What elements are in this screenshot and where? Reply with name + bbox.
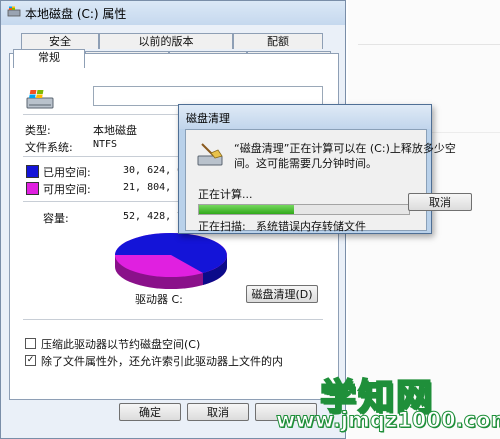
scanning-item: 系统错误内存转储文件: [256, 220, 366, 233]
disk-cleanup-dialog: 磁盘清理 “磁盘清理”正在计算可以在 (C:)上释放多少空 间。这可能需要几分钟…: [178, 104, 456, 234]
disk-cleanup-icon: [197, 143, 223, 166]
cancel-button[interactable]: 取消: [187, 403, 249, 421]
free-space-swatch: [26, 182, 39, 195]
index-label: 除了文件属性外，还允许索引此驱动器上文件的内: [41, 355, 283, 368]
index-checkbox[interactable]: ✓: [25, 355, 36, 366]
dialog-message-line2: 间。这可能需要几分钟时间。: [234, 157, 377, 170]
type-value: 本地磁盘: [93, 124, 137, 137]
compress-checkbox[interactable]: [25, 338, 36, 349]
cleanup-progress-bar: [198, 204, 410, 215]
used-space-label: 已用空间:: [43, 166, 91, 179]
filesystem-value: NTFS: [93, 139, 118, 150]
dialog-body: “磁盘清理”正在计算可以在 (C:)上释放多少空 间。这可能需要几分钟时间。 正…: [185, 129, 456, 233]
dialog-title-bar[interactable]: 磁盘清理: [179, 105, 431, 129]
background-divider: [358, 44, 500, 45]
compress-label: 压缩此驱动器以节约磁盘空间(C): [41, 338, 201, 351]
capacity-label: 容量:: [43, 212, 69, 225]
dialog-title: 磁盘清理: [186, 112, 230, 125]
window-title: 本地磁盘 (C:) 属性: [25, 7, 127, 21]
hard-drive-icon: [26, 90, 54, 109]
tab-previous-versions[interactable]: 以前的版本: [99, 33, 233, 49]
tab-security[interactable]: 安全: [21, 33, 99, 49]
scanning-label: 正在扫描:: [198, 220, 246, 233]
calculating-status: 正在计算...: [198, 188, 253, 201]
watermark-url: www.jmqz1000.com: [275, 408, 500, 433]
drive-name-input[interactable]: [93, 86, 323, 106]
free-space-label: 可用空间:: [43, 183, 91, 196]
tab-quota[interactable]: 配额: [233, 33, 323, 49]
disk-cleanup-button[interactable]: 磁盘清理(D): [246, 285, 318, 303]
drive-icon: [7, 6, 21, 17]
dialog-message-line1: “磁盘清理”正在计算可以在 (C:)上释放多少空: [234, 142, 456, 155]
tab-general[interactable]: 常规: [13, 49, 85, 68]
filesystem-label: 文件系统:: [25, 141, 73, 154]
drive-label: 驱动器 C:: [135, 293, 183, 306]
used-space-swatch: [26, 165, 39, 178]
ok-button[interactable]: 确定: [119, 403, 181, 421]
divider: [23, 319, 323, 320]
type-label: 类型:: [25, 124, 51, 137]
progress-fill: [199, 205, 294, 214]
window-title-bar[interactable]: 本地磁盘 (C:) 属性: [1, 1, 345, 25]
pie-used-slice: [115, 233, 171, 255]
dialog-cancel-button[interactable]: 取消: [408, 193, 472, 211]
